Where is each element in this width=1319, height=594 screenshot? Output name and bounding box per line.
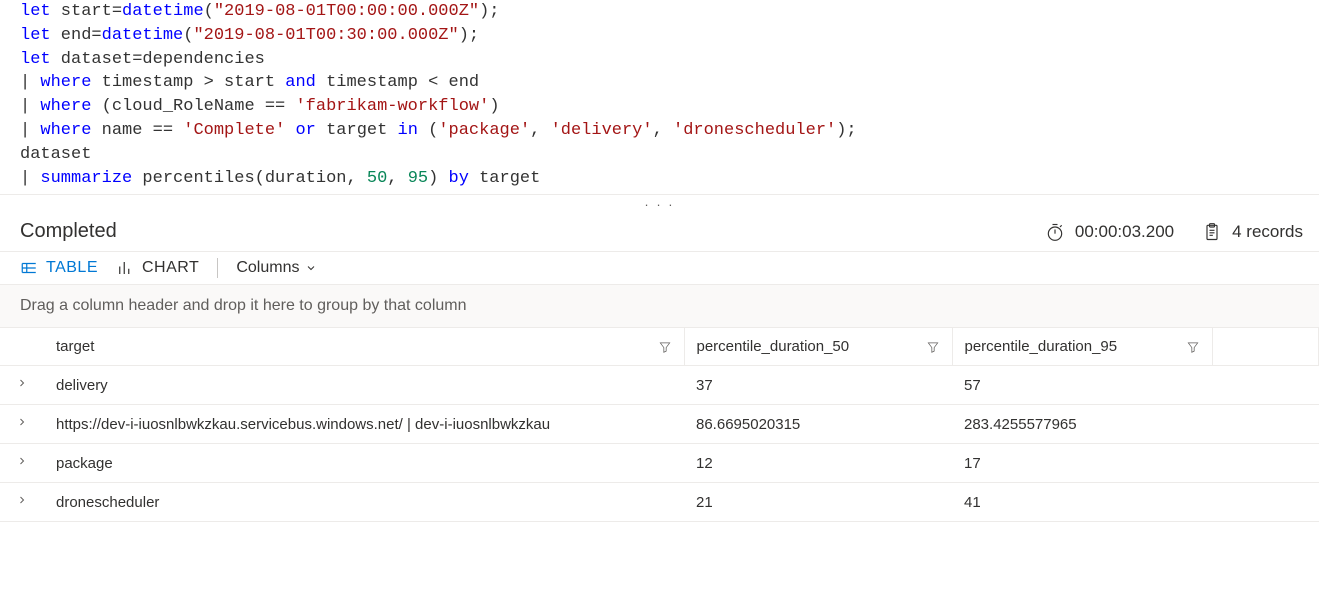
columns-picker-label: Columns — [236, 259, 299, 277]
table-icon — [20, 259, 38, 277]
expand-row-toggle[interactable] — [0, 366, 44, 405]
cell-pad — [1212, 366, 1319, 405]
query-status-label: Completed — [20, 220, 117, 243]
toolbar-separator — [217, 258, 218, 278]
tab-chart-label: CHART — [142, 259, 199, 277]
table-row[interactable]: package1217 — [0, 444, 1319, 483]
col-header-pad — [1212, 328, 1319, 366]
cell-p50: 37 — [684, 366, 952, 405]
cell-p50: 21 — [684, 483, 952, 522]
chart-icon — [116, 259, 134, 277]
status-bar: Completed 00:00:03.200 4 records — [0, 214, 1319, 252]
expand-row-toggle[interactable] — [0, 444, 44, 483]
table-row[interactable]: delivery3757 — [0, 366, 1319, 405]
cell-target: delivery — [44, 366, 684, 405]
tab-table[interactable]: TABLE — [20, 259, 98, 277]
cell-p50: 86.6695020315 — [684, 405, 952, 444]
cell-p95: 41 — [952, 483, 1212, 522]
table-row[interactable]: https://dev-i-iuosnlbwkzkau.servicebus.w… — [0, 405, 1319, 444]
cell-target: dronescheduler — [44, 483, 684, 522]
tab-table-label: TABLE — [46, 259, 98, 277]
query-editor[interactable]: let start=datetime("2019-08-01T00:00:00.… — [0, 0, 1319, 195]
tab-chart[interactable]: CHART — [116, 259, 199, 277]
cell-pad — [1212, 483, 1319, 522]
stopwatch-icon — [1045, 222, 1065, 242]
cell-p95: 283.4255577965 — [952, 405, 1212, 444]
col-header-target-label: target — [56, 338, 94, 355]
col-header-p95-label: percentile_duration_95 — [965, 338, 1118, 355]
results-table: target percentile_duration_50 percentile… — [0, 328, 1319, 522]
columns-picker[interactable]: Columns — [236, 259, 317, 277]
group-drop-zone[interactable]: Drag a column header and drop it here to… — [0, 285, 1319, 328]
query-duration: 00:00:03.200 — [1045, 222, 1174, 242]
cell-p50: 12 — [684, 444, 952, 483]
chevron-right-icon — [16, 494, 28, 506]
table-row[interactable]: dronescheduler2141 — [0, 483, 1319, 522]
record-count: 4 records — [1202, 222, 1303, 242]
chevron-right-icon — [16, 416, 28, 428]
filter-icon[interactable] — [926, 340, 940, 354]
col-header-p50-label: percentile_duration_50 — [697, 338, 850, 355]
chevron-down-icon — [305, 262, 317, 274]
record-count-value: 4 records — [1232, 222, 1303, 242]
expand-row-toggle[interactable] — [0, 405, 44, 444]
clipboard-icon — [1202, 222, 1222, 242]
expand-header — [0, 328, 44, 366]
expand-row-toggle[interactable] — [0, 483, 44, 522]
cell-p95: 17 — [952, 444, 1212, 483]
splitter-handle[interactable]: · · · — [0, 195, 1319, 214]
col-header-p95[interactable]: percentile_duration_95 — [952, 328, 1212, 366]
col-header-target[interactable]: target — [44, 328, 684, 366]
col-header-p50[interactable]: percentile_duration_50 — [684, 328, 952, 366]
chevron-right-icon — [16, 455, 28, 467]
query-duration-value: 00:00:03.200 — [1075, 222, 1174, 242]
filter-icon[interactable] — [1186, 340, 1200, 354]
cell-target: https://dev-i-iuosnlbwkzkau.servicebus.w… — [44, 405, 684, 444]
results-toolbar: TABLE CHART Columns — [0, 252, 1319, 285]
cell-target: package — [44, 444, 684, 483]
chevron-right-icon — [16, 377, 28, 389]
cell-pad — [1212, 405, 1319, 444]
header-row: target percentile_duration_50 percentile… — [0, 328, 1319, 366]
filter-icon[interactable] — [658, 340, 672, 354]
cell-p95: 57 — [952, 366, 1212, 405]
cell-pad — [1212, 444, 1319, 483]
